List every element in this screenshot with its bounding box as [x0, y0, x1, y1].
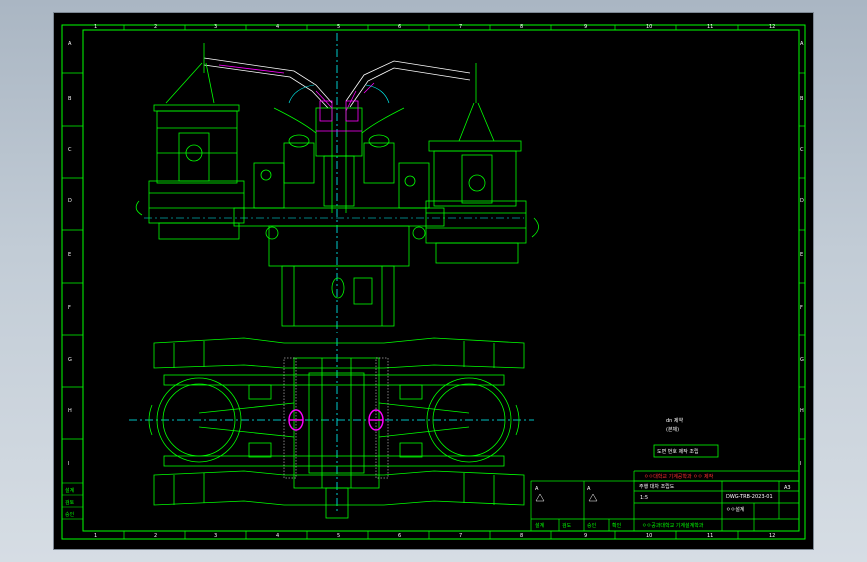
- note-line-2: (본체): [666, 426, 679, 433]
- col-label-bottom: 4: [276, 533, 279, 539]
- row-label-left: H: [68, 408, 72, 414]
- col-label-top: 2: [154, 24, 157, 30]
- col-label-bottom: 10: [646, 533, 652, 539]
- title-block-signature: 승인: [587, 522, 597, 529]
- col-label-top: 1: [94, 24, 97, 30]
- middle-mechanism: [233, 134, 445, 327]
- title-block-sheet: A3: [784, 485, 791, 491]
- row-labels-left: A B C D E F G H I: [68, 41, 72, 467]
- col-label-bottom: 2: [154, 533, 157, 539]
- row-label-right: F: [800, 305, 803, 311]
- row-label-left: G: [68, 357, 72, 363]
- row-label-right: B: [800, 96, 804, 102]
- row-label-left: D: [68, 198, 72, 204]
- title-block-check-mark: A: [587, 486, 591, 492]
- col-label-top: 6: [398, 24, 401, 30]
- col-label-top: 7: [459, 24, 462, 30]
- drawing-notes: dn 제약 (본체) 도면 번호 제작 조립: [653, 417, 719, 458]
- left-table-label: 승인: [65, 511, 75, 518]
- col-label-top: 5: [337, 24, 340, 30]
- row-label-right: D: [800, 198, 804, 204]
- row-label-right: C: [800, 147, 804, 153]
- left-motor-block: [135, 104, 245, 240]
- title-block-school: ㅇㅇ공과대학교 기계설계학과: [642, 522, 704, 529]
- col-label-top: 11: [707, 24, 713, 30]
- row-label-right: I: [800, 461, 801, 467]
- drawing-border-outer: [61, 24, 806, 540]
- column-labels-bottom: 1 2 3 4 5 6 7 8 9 10 11 12: [94, 533, 775, 539]
- left-table-label: 설계: [65, 487, 75, 494]
- row-label-right: G: [800, 357, 804, 363]
- col-label-bottom: 9: [584, 533, 587, 539]
- cad-drawing: 1 2 3 4 5 6 7 8 9 10 11 12 1 2 3 4 5 6 7…: [61, 24, 806, 540]
- title-block-scale: 1:5: [640, 495, 648, 501]
- title-block-drawing-no: DWG-TRB-2023-01: [726, 494, 773, 500]
- title-block: [530, 470, 800, 532]
- bottom-plan-view: [129, 337, 534, 519]
- left-table-label: 검토: [65, 499, 75, 506]
- col-label-bottom: 11: [707, 533, 713, 539]
- title-block-check-mark: A: [535, 486, 539, 492]
- col-label-bottom: 1: [94, 533, 97, 539]
- row-label-left: C: [68, 147, 72, 153]
- zone-ticks: [62, 25, 805, 539]
- col-label-bottom: 6: [398, 533, 401, 539]
- col-label-top: 9: [584, 24, 587, 30]
- row-label-right: H: [800, 408, 804, 414]
- row-label-left: E: [68, 252, 71, 258]
- note-line-1: dn 제약: [666, 417, 684, 424]
- title-block-header: ㅇㅇ대학교 기계공학과 ㅇㅇ 제작: [644, 473, 714, 480]
- title-block-name: 주행 대차 조립도: [639, 483, 675, 490]
- col-label-bottom: 8: [520, 533, 523, 539]
- title-block-signature: 설계: [535, 522, 545, 529]
- row-label-left: B: [68, 96, 72, 102]
- row-label-left: F: [68, 305, 71, 311]
- col-label-top: 3: [214, 24, 217, 30]
- row-label-right: E: [800, 252, 803, 258]
- arm-highlights: [218, 64, 375, 112]
- col-label-bottom: 3: [214, 533, 217, 539]
- note-box-text: 도면 번호 제작 조립: [657, 448, 699, 455]
- row-labels-right: A B C D E F G H I: [800, 41, 804, 467]
- col-label-bottom: 5: [337, 533, 340, 539]
- title-block-signature: 확인: [612, 522, 622, 529]
- col-label-bottom: 12: [769, 533, 775, 539]
- col-label-top: 8: [520, 24, 523, 30]
- cad-viewport[interactable]: 1 2 3 4 5 6 7 8 9 10 11 12 1 2 3 4 5 6 7…: [54, 13, 813, 549]
- col-label-bottom: 7: [459, 533, 462, 539]
- col-label-top: 10: [646, 24, 652, 30]
- title-block-signature: 검도: [562, 522, 572, 529]
- title-block-sub: ㅇㅇ설계: [726, 506, 745, 513]
- col-label-top: 12: [769, 24, 775, 30]
- row-label-right: A: [800, 41, 804, 47]
- top-assembly-view: [135, 33, 539, 333]
- row-label-left: I: [68, 461, 69, 467]
- row-label-left: A: [68, 41, 72, 47]
- rev-triangle-icon: [535, 493, 598, 502]
- col-label-top: 4: [276, 24, 279, 30]
- right-motor-block: [425, 140, 539, 264]
